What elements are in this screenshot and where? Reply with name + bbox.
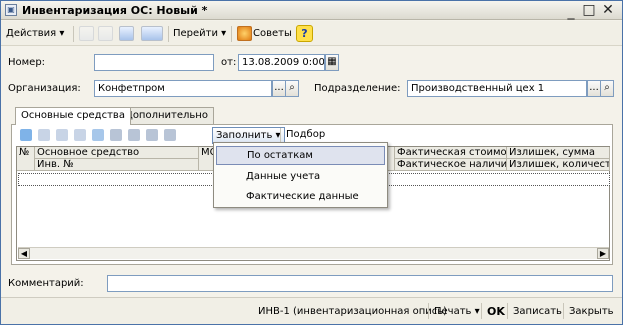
calendar-icon[interactable]: ▦ bbox=[325, 54, 339, 71]
organization-label: Организация: bbox=[8, 83, 81, 94]
inventory-list-button[interactable]: ИНВ-1 (инвентаризационная опись) bbox=[258, 304, 447, 320]
copy-row-icon[interactable] bbox=[38, 129, 50, 141]
print-menu-button[interactable]: Печать ▾ bbox=[434, 304, 480, 320]
sort-desc-icon[interactable] bbox=[164, 129, 176, 141]
from-label: от: bbox=[221, 57, 237, 68]
main-toolbar: Действия ▾ Перейти ▾ Советы ? bbox=[1, 21, 622, 46]
post-icon[interactable] bbox=[119, 26, 134, 41]
toolbar-separator bbox=[231, 26, 232, 42]
bottom-separator bbox=[563, 303, 564, 319]
menu-item-actual-data[interactable]: Фактические данные bbox=[216, 187, 385, 206]
close-button[interactable]: Закрыть bbox=[569, 304, 614, 320]
sort-asc-icon[interactable] bbox=[146, 129, 158, 141]
maximize-icon[interactable]: □ bbox=[581, 2, 597, 18]
advice-icon bbox=[237, 26, 252, 41]
help-icon[interactable]: ? bbox=[296, 25, 313, 42]
bottom-separator bbox=[428, 303, 429, 319]
toolbar-separator bbox=[73, 26, 74, 42]
column-header-inventory-number[interactable]: Инв. № bbox=[35, 159, 199, 171]
add-row-icon[interactable] bbox=[20, 129, 32, 141]
comment-label: Комментарий: bbox=[8, 278, 84, 289]
document-icon: ▣ bbox=[5, 4, 17, 16]
ok-button[interactable]: OK bbox=[487, 304, 505, 320]
column-header-actual-cost[interactable]: Фактическая стоимо... bbox=[395, 147, 507, 159]
advice-button[interactable]: Советы bbox=[253, 26, 292, 42]
scroll-right-icon[interactable]: ▶ bbox=[597, 248, 609, 259]
column-header-surplus-qty[interactable]: Излишек, количество bbox=[507, 159, 610, 171]
delete-row-icon[interactable] bbox=[74, 129, 86, 141]
tab-additional[interactable]: Дополнительно bbox=[119, 107, 214, 124]
menu-item-accounting-data[interactable]: Данные учета bbox=[216, 167, 385, 186]
structure-icon[interactable] bbox=[98, 26, 113, 41]
department-select-button[interactable]: ... bbox=[587, 80, 601, 97]
organization-field[interactable]: Конфетпром bbox=[94, 80, 272, 97]
menu-item-by-balances[interactable]: По остаткам bbox=[216, 146, 385, 165]
department-open-icon[interactable]: ⌕ bbox=[600, 80, 614, 97]
horizontal-scrollbar[interactable]: ◀ ▶ bbox=[18, 247, 609, 259]
organization-open-icon[interactable]: ⌕ bbox=[285, 80, 299, 97]
window-title: Инвентаризация ОС: Новый * bbox=[22, 4, 208, 17]
tab-fixed-assets[interactable]: Основные средства bbox=[15, 107, 131, 125]
scroll-left-icon[interactable]: ◀ bbox=[18, 248, 30, 259]
number-label: Номер: bbox=[8, 57, 46, 68]
organization-select-button[interactable]: ... bbox=[272, 80, 286, 97]
selection-button[interactable]: Подбор bbox=[286, 129, 325, 140]
bottom-separator bbox=[507, 303, 508, 319]
number-field[interactable] bbox=[94, 54, 214, 71]
department-field[interactable]: Производственный цех 1 bbox=[407, 80, 587, 97]
title-bar[interactable]: ▣ Инвентаризация ОС: Новый * _ □ ✕ bbox=[1, 1, 622, 20]
bottom-bar: ИНВ-1 (инвентаризационная опись) Печать … bbox=[1, 297, 622, 324]
move-down-icon[interactable] bbox=[128, 129, 140, 141]
comment-field[interactable] bbox=[107, 275, 613, 292]
close-icon[interactable]: ✕ bbox=[600, 2, 616, 18]
goto-menu-button[interactable]: Перейти ▾ bbox=[173, 26, 226, 42]
column-header-actual-presence[interactable]: Фактическое наличие bbox=[395, 159, 507, 171]
column-header-asset[interactable]: Основное средство bbox=[35, 147, 199, 159]
save-button[interactable]: Записать bbox=[513, 304, 562, 320]
end-edit-icon[interactable] bbox=[92, 129, 104, 141]
toolbar-separator bbox=[168, 26, 169, 42]
actions-menu-button[interactable]: Действия ▾ bbox=[6, 26, 64, 42]
fill-dropdown-menu: По остаткам Данные учета Фактические дан… bbox=[213, 142, 388, 208]
edit-row-icon[interactable] bbox=[56, 129, 68, 141]
column-header-surplus-sum[interactable]: Излишек, сумма bbox=[507, 147, 610, 159]
bottom-separator bbox=[481, 303, 482, 319]
column-header-number[interactable]: № bbox=[17, 147, 35, 171]
department-label: Подразделение: bbox=[314, 83, 401, 94]
document-window: ▣ Инвентаризация ОС: Новый * _ □ ✕ Дейст… bbox=[0, 0, 623, 325]
date-field[interactable]: 13.08.2009 0:00:00 bbox=[238, 54, 325, 71]
add-copy-icon[interactable] bbox=[79, 26, 94, 41]
movements-icon[interactable] bbox=[141, 26, 163, 41]
move-up-icon[interactable] bbox=[110, 129, 122, 141]
minimize-icon[interactable]: _ bbox=[563, 4, 579, 20]
